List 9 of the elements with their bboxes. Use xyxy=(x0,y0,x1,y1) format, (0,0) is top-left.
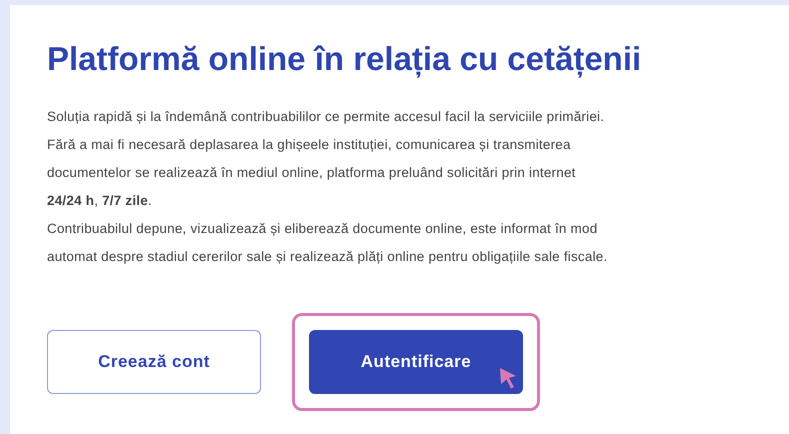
description-text: Contribuabilul depune, vizualizează și eliberează documente online, este informat în mod xyxy=(47,220,598,238)
description-text: Fără a mai fi necesară deplasarea la ghișeele instituției, comunicarea și transmiterea xyxy=(47,136,572,154)
page-title: Platformă online în relația cu cetățenii xyxy=(47,39,642,80)
description-text: Soluția rapidă și la îndemână contribuabililor ce permite accesul facil la serviciile primăriei. xyxy=(47,108,606,126)
description-text: 24/24 h, 7/7 zile. xyxy=(47,192,153,210)
create-account-button[interactable]: Creează cont xyxy=(47,330,261,394)
login-button[interactable]: Autentificare xyxy=(309,330,523,394)
description-text: documentelor se realizează în mediul online, platforma preluând solicitări prin internet xyxy=(47,164,577,182)
description-text: automat despre stadiul cererilor sale și realizează plăți online pentru obligațiile sale fiscale. xyxy=(47,248,608,266)
